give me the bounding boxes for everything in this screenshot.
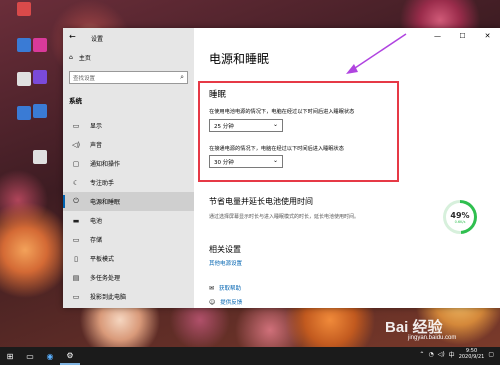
nav-home-label: 主页 bbox=[78, 55, 91, 62]
app-icon bbox=[33, 150, 47, 164]
sidebar-item-label: 专注助手 bbox=[90, 180, 115, 187]
battery-percent: 49% bbox=[450, 210, 470, 220]
clock[interactable]: 9:50 2020/9/21 bbox=[459, 348, 485, 360]
desktop-icon[interactable] bbox=[20, 150, 60, 190]
multitask-icon: ▤ bbox=[72, 273, 80, 282]
language-indicator[interactable]: 中 bbox=[449, 350, 455, 359]
plugged-sleep-label: 在接通电源的情况下，电脑在经过以下时间后进入睡眠状态 bbox=[209, 146, 344, 152]
network-icon[interactable]: ◔ bbox=[428, 351, 433, 358]
taskbar: ⊞ ▭ ◉ ⚙ ⌃ ◔ ◁) 中 9:50 2020/9/21 ▢ bbox=[0, 347, 500, 365]
sidebar-item-power[interactable]: ⏻ 电源和睡眠 bbox=[63, 192, 194, 211]
app-icon bbox=[33, 70, 47, 84]
feedback-link[interactable]: ☺ 提供反馈 bbox=[209, 298, 243, 307]
battery-icon: ▬ bbox=[72, 216, 80, 225]
sidebar-item-label: 多任务处理 bbox=[90, 275, 121, 282]
battery-rate: 0.6K/s bbox=[454, 219, 466, 224]
feedback-label: 提供反馈 bbox=[220, 300, 243, 306]
chevron-up-icon[interactable]: ⌃ bbox=[419, 351, 424, 358]
sidebar-item-storage[interactable]: ▭ 存储 bbox=[63, 230, 194, 249]
sidebar-item-label: 电池 bbox=[90, 218, 103, 225]
system-tray: ⌃ ◔ ◁) 中 9:50 2020/9/21 ▢ bbox=[419, 348, 494, 360]
save-power-heading: 节省电量并延长电池使用时间 bbox=[209, 197, 313, 206]
sidebar-item-focus[interactable]: ☾ 专注助手 bbox=[63, 173, 194, 192]
tablet-icon: ▯ bbox=[74, 254, 78, 263]
settings-window: ← 设置 ⌂ 主页 查找设置 ⌕ 系统 ▭ 显示 ◁) 声音 ▢ 通知和操作 ☾ 专注助手 ⏻ 电… bbox=[63, 28, 500, 308]
sidebar-item-label: 平板模式 bbox=[90, 256, 115, 263]
back-arrow-icon[interactable]: ← bbox=[69, 32, 76, 41]
browser-icon[interactable]: ◉ bbox=[40, 347, 60, 365]
sidebar-item-label: 投影到此电脑 bbox=[90, 294, 127, 301]
volume-icon[interactable]: ◁) bbox=[438, 351, 445, 358]
desktop-icon[interactable] bbox=[4, 2, 44, 42]
plugged-sleep-dropdown[interactable]: 30 分钟 ⌄ bbox=[209, 155, 283, 168]
battery-sleep-value: 25 分钟 bbox=[214, 124, 234, 130]
sidebar-item-label: 显示 bbox=[90, 123, 103, 130]
sidebar-item-tablet[interactable]: ▯ 平板模式 bbox=[63, 249, 194, 268]
battery-widget: 49% 0.6K/s bbox=[443, 200, 477, 234]
focus-icon: ☾ bbox=[72, 178, 80, 187]
plugged-sleep-value: 30 分钟 bbox=[214, 160, 234, 166]
search-icon: ⌕ bbox=[180, 73, 184, 81]
feedback-icon: ☺ bbox=[209, 298, 216, 306]
app-icon bbox=[17, 2, 31, 16]
sidebar-nav: ▭ 显示 ◁) 声音 ▢ 通知和操作 ☾ 专注助手 ⏻ 电源和睡眠 ▬ 电池 ▭ 存储 ▯ 平板模式 ▤ 多任务处… bbox=[63, 116, 194, 306]
section-heading-system: 系统 bbox=[69, 97, 82, 105]
desktop-icon[interactable] bbox=[20, 104, 60, 144]
settings-sidebar: ← 设置 ⌂ 主页 查找设置 ⌕ 系统 ▭ 显示 ◁) 声音 ▢ 通知和操作 ☾ 专注助手 ⏻ 电… bbox=[63, 28, 194, 308]
window-title: 设置 bbox=[91, 36, 104, 43]
sidebar-item-notification[interactable]: ▢ 通知和操作 bbox=[63, 154, 194, 173]
home-icon: ⌂ bbox=[69, 54, 73, 61]
sidebar-item-sound[interactable]: ◁) 声音 bbox=[63, 135, 194, 154]
clock-date: 2020/9/21 bbox=[458, 354, 485, 360]
notification-icon: ▢ bbox=[72, 159, 80, 168]
storage-icon: ▭ bbox=[72, 235, 80, 244]
chevron-down-icon: ⌄ bbox=[272, 121, 278, 128]
sidebar-item-label: 电源和睡眠 bbox=[90, 199, 121, 206]
sidebar-item-label: 通知和操作 bbox=[90, 161, 121, 168]
page-title: 电源和睡眠 bbox=[209, 52, 270, 66]
other-power-settings-link[interactable]: 其他电源设置 bbox=[209, 259, 242, 267]
sidebar-item-display[interactable]: ▭ 显示 bbox=[63, 116, 194, 135]
annotation-arrow-icon bbox=[346, 33, 407, 74]
sound-icon: ◁) bbox=[71, 140, 81, 149]
sidebar-item-multitask[interactable]: ▤ 多任务处理 bbox=[63, 268, 194, 287]
related-settings-heading: 相关设置 bbox=[209, 245, 241, 254]
battery-sleep-dropdown[interactable]: 25 分钟 ⌄ bbox=[209, 119, 283, 132]
chevron-down-icon: ⌄ bbox=[272, 157, 278, 164]
nav-home[interactable]: ⌂ 主页 bbox=[69, 53, 91, 62]
start-button[interactable]: ⊞ bbox=[0, 347, 20, 365]
task-view-icon[interactable]: ▭ bbox=[20, 347, 40, 365]
project-icon: ▭ bbox=[72, 292, 80, 301]
sidebar-item-project[interactable]: ▭ 投影到此电脑 bbox=[63, 287, 194, 306]
baidu-watermark: Bai 经验 bbox=[385, 319, 443, 336]
power-icon: ⏻ bbox=[73, 197, 79, 205]
search-input[interactable]: 查找设置 ⌕ bbox=[69, 71, 188, 84]
notification-center-icon[interactable]: ▢ bbox=[488, 351, 494, 358]
get-help-link[interactable]: ✉ 获取帮助 bbox=[209, 284, 242, 293]
sidebar-item-label: 声音 bbox=[90, 142, 103, 149]
app-icon bbox=[33, 104, 47, 118]
get-help-label: 获取帮助 bbox=[219, 286, 242, 292]
save-power-description: 通过选择屏幕显示时长与进入睡眠模式的时长，延长电池使用时间。 bbox=[209, 214, 360, 220]
sidebar-item-battery[interactable]: ▬ 电池 bbox=[63, 211, 194, 230]
help-icon: ✉ bbox=[209, 284, 215, 292]
display-icon: ▭ bbox=[72, 121, 80, 130]
settings-taskbar-icon[interactable]: ⚙ bbox=[60, 347, 80, 365]
app-icon bbox=[33, 38, 47, 52]
sleep-heading: 睡眠 bbox=[209, 90, 227, 100]
search-placeholder: 查找设置 bbox=[73, 76, 96, 82]
sidebar-item-label: 存储 bbox=[90, 237, 103, 244]
battery-sleep-label: 在使用电池电源的情况下，电脑在经过以下时间后进入睡眠状态 bbox=[209, 109, 355, 115]
watermark-url: jingyan.baidu.com bbox=[408, 335, 457, 341]
